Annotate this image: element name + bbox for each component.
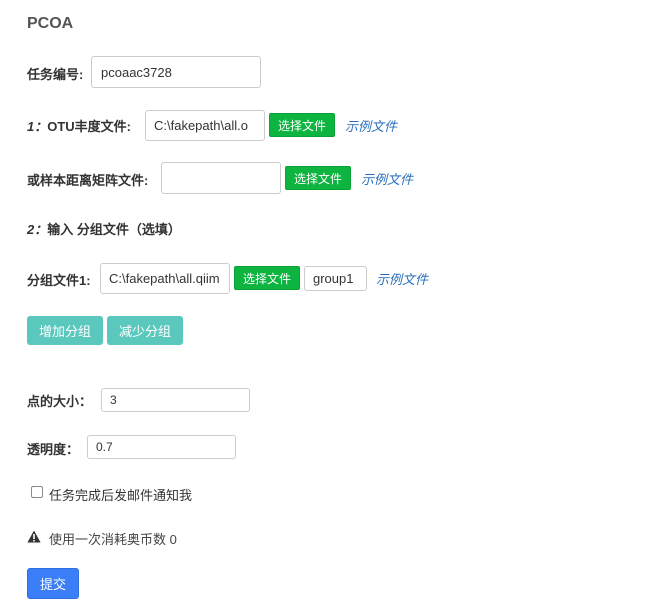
group-example-file-link[interactable]: 示例文件: [376, 269, 428, 288]
step2-number: 2：: [27, 222, 48, 237]
remove-group-button[interactable]: 减少分组: [107, 316, 183, 345]
submit-button[interactable]: 提交: [27, 568, 79, 599]
group-section-heading: 2：输入 分组文件（选填）: [27, 219, 181, 238]
distance-matrix-input[interactable]: [161, 162, 281, 194]
matrix-choose-file-button[interactable]: 选择文件: [285, 166, 351, 190]
group-section-heading-text: 输入 分组文件（选填）: [47, 222, 181, 237]
notify-label: 任务完成后发邮件通知我: [49, 488, 193, 503]
otu-example-file-link[interactable]: 示例文件: [345, 116, 397, 135]
group-file-label: 分组文件1:: [27, 273, 91, 288]
distance-matrix-label: 或样本距离矩阵文件:: [27, 173, 149, 188]
step1-number: 1：: [27, 119, 48, 134]
group-name-input[interactable]: group1: [304, 266, 367, 291]
notify-checkbox[interactable]: [31, 486, 43, 498]
opacity-input[interactable]: 0.7: [87, 435, 236, 459]
otu-file-label: 1：OTU丰度文件:: [27, 116, 131, 135]
otu-choose-file-button[interactable]: 选择文件: [269, 113, 335, 137]
page-title: PCOA: [27, 15, 74, 32]
add-group-button[interactable]: 增加分组: [27, 316, 103, 345]
task-number-input[interactable]: pcoaac3728: [91, 56, 261, 88]
otu-file-label-text: OTU丰度文件:: [47, 119, 132, 134]
opacity-label: 透明度：: [27, 442, 80, 457]
otu-file-input[interactable]: C:\fakepath\all.o: [145, 110, 265, 141]
group-choose-file-button[interactable]: 选择文件: [234, 266, 300, 290]
point-size-label: 点的大小：: [27, 394, 93, 409]
task-number-label: 任务编号:: [27, 67, 84, 82]
group-file-input[interactable]: C:\fakepath\all.qiim: [100, 263, 230, 294]
point-size-input[interactable]: 3: [101, 388, 250, 412]
matrix-example-file-link[interactable]: 示例文件: [361, 169, 413, 188]
warning-icon: [27, 530, 41, 543]
cost-text: 使用一次消耗奥币数 0: [49, 532, 177, 547]
